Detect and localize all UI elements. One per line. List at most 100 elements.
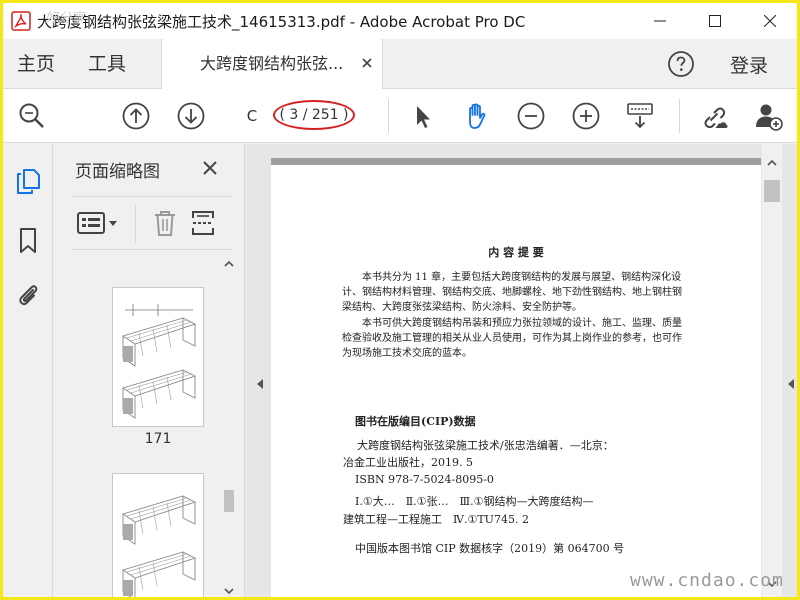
summary-paragraph-2: 本书可供大跨度钢结构吊装和预应力张拉领域的设计、施工、监理、质量 检查验收及施工… [342, 316, 702, 361]
scrollbar-thumb[interactable] [764, 180, 780, 202]
login-button[interactable]: 登录 [730, 39, 768, 93]
maximize-icon [708, 15, 721, 27]
scrollbar-thumb[interactable] [224, 490, 234, 512]
cip-heading: 图书在版编目(CIP)数据 [355, 415, 476, 428]
thumbnail-list: 171 [54, 254, 244, 597]
toolbar-divider [388, 99, 389, 133]
panel-close-button[interactable] [202, 160, 218, 176]
zoom-out-button[interactable] [516, 101, 546, 131]
delete-page-button[interactable] [152, 209, 178, 237]
page-number-input[interactable] [235, 103, 269, 129]
collapse-left-panel-button[interactable] [255, 378, 265, 390]
link-cloud-icon [704, 107, 728, 129]
text-line: 大跨度钢结构张弦梁施工技术/张忠浩编著．—北京： [357, 439, 614, 452]
triangle-left-icon [788, 379, 794, 389]
thumbnail-scrollbar[interactable] [222, 254, 236, 597]
acrobat-app-icon [11, 11, 31, 31]
extract-pages-button[interactable] [190, 209, 216, 237]
thumbnail-options-button[interactable] [76, 210, 122, 236]
classification-block: Ⅰ.①大… Ⅱ.①张… Ⅲ.①钢结构—大跨度结构— 建筑工程—工程施工 Ⅳ.①T… [343, 493, 723, 529]
arrow-down-circle-icon [177, 102, 205, 130]
add-user-icon [756, 104, 783, 131]
help-icon [668, 51, 694, 77]
chevron-up-icon [224, 260, 234, 267]
zoom-search-icon [19, 103, 44, 128]
thumbnail-label: 171 [144, 431, 172, 447]
maximize-button[interactable] [687, 3, 742, 39]
attachments-button[interactable] [15, 281, 41, 309]
trash-icon [155, 211, 175, 236]
text-line: 本书共分为 11 章，主要包括大跨度钢结构的发展与展望、钢结构深化设 [362, 272, 682, 283]
hand-tool-button[interactable] [461, 101, 491, 131]
zoom-search-button[interactable] [17, 101, 47, 131]
text-line: 建筑工程—工程施工 Ⅳ.①TU745. 2 [343, 513, 529, 526]
toolbar-divider [679, 99, 680, 133]
text-line: Ⅰ.①大… Ⅱ.①张… Ⅲ.①钢结构—大跨度结构— [355, 495, 594, 508]
keyboard-down-icon [627, 103, 653, 129]
page-thumbnail-171[interactable] [112, 287, 204, 427]
next-page-button[interactable] [176, 101, 206, 131]
select-tool-button[interactable] [407, 101, 437, 131]
page-thumbnail-172[interactable] [112, 473, 204, 597]
triangle-left-icon [257, 379, 263, 389]
page-thumbnails-button[interactable] [15, 167, 41, 195]
pdf-page: 内 容 提 要 本书共分为 11 章，主要包括大跨度钢结构的发展与展望、钢结构深… [271, 158, 761, 597]
share-link-button[interactable] [698, 101, 728, 131]
minimize-button[interactable] [632, 3, 687, 39]
zoom-in-button[interactable] [571, 101, 601, 131]
steel-structure-drawing [121, 304, 197, 419]
tools-divider [135, 205, 136, 243]
close-icon [763, 15, 776, 27]
add-user-button[interactable] [753, 101, 783, 131]
page-crop-icon [192, 211, 214, 235]
toolbar: ( 3 / 251 ) [3, 89, 797, 143]
page-count: ( 3 / 251 ) [273, 100, 355, 130]
menu-home[interactable]: 主页 [17, 39, 55, 89]
arrow-up-circle-icon [122, 102, 150, 130]
cip-number: 中国版本图书馆 CIP 数据核字（2019）第 064700 号 [355, 542, 625, 555]
watermark-bottom-right: www.cndao.com [630, 570, 784, 591]
chevron-down-icon [224, 588, 234, 595]
text-line: 本书可供大跨度钢结构吊装和预应力张拉领域的设计、施工、监理、质量 [362, 318, 682, 329]
options-menu-icon [77, 212, 117, 234]
left-navigation-rail [3, 144, 53, 597]
expand-right-panel-button[interactable] [786, 378, 796, 390]
close-window-button[interactable] [742, 3, 797, 39]
menu-tools[interactable]: 工具 [88, 39, 126, 89]
minus-circle-icon [517, 102, 545, 130]
text-line: ISBN 978-7-5024-8095-0 [355, 473, 494, 486]
cursor-arrow-icon [417, 106, 430, 128]
text-line: 计、钢结构材料管理、钢结构交底、地脚螺栓、地下劲性钢结构、地上钢柱钢 [342, 287, 682, 298]
title-bar: 好分享 大跨度钢结构张弦梁施工技术_14615313.pdf - Adobe A… [3, 3, 797, 39]
chevron-up-icon [767, 159, 777, 166]
window-controls [632, 3, 797, 39]
hand-icon [469, 103, 486, 129]
document-scrollbar[interactable] [762, 144, 782, 597]
thumbnail-tools [72, 196, 232, 250]
help-button[interactable] [667, 50, 695, 78]
text-line: 为现场施工技术交底的蓝本。 [342, 348, 472, 359]
bookmarks-button[interactable] [15, 226, 41, 254]
watermark-top: 好分享 [45, 11, 85, 26]
previous-page-button[interactable] [121, 101, 151, 131]
keyboard-scroll-button[interactable] [625, 101, 655, 131]
acrobat-window: 好分享 大跨度钢结构张弦梁施工技术_14615313.pdf - Adobe A… [3, 3, 797, 597]
summary-heading: 内 容 提 要 [488, 246, 544, 259]
steel-structure-drawing [121, 495, 197, 597]
summary-paragraph-1: 本书共分为 11 章，主要包括大跨度钢结构的发展与展望、钢结构深化设 计、钢结构… [342, 270, 702, 315]
document-tab-label: 大跨度钢结构张弦... [200, 54, 344, 73]
document-tab[interactable]: 大跨度钢结构张弦... [161, 39, 383, 90]
cip-block: 大跨度钢结构张弦梁施工技术/张忠浩编著．—北京： 冶金工业出版社，2019. 5… [343, 437, 715, 488]
text-line: 冶金工业出版社，2019. 5 [343, 456, 473, 469]
close-icon [203, 161, 217, 175]
minimize-icon [653, 20, 666, 22]
pages-icon [17, 169, 40, 194]
panel-title: 页面缩略图 [75, 162, 160, 182]
tab-close-button[interactable] [360, 56, 374, 70]
menu-row: 主页 工具 大跨度钢结构张弦... 登录 [3, 39, 797, 90]
bookmark-icon [20, 228, 36, 253]
window-title: 大跨度钢结构张弦梁施工技术_14615313.pdf - Adobe Acrob… [37, 12, 526, 31]
thumbnail-panel: 页面缩略图 171 [54, 144, 244, 597]
paperclip-icon [19, 285, 38, 306]
close-icon [362, 58, 372, 68]
